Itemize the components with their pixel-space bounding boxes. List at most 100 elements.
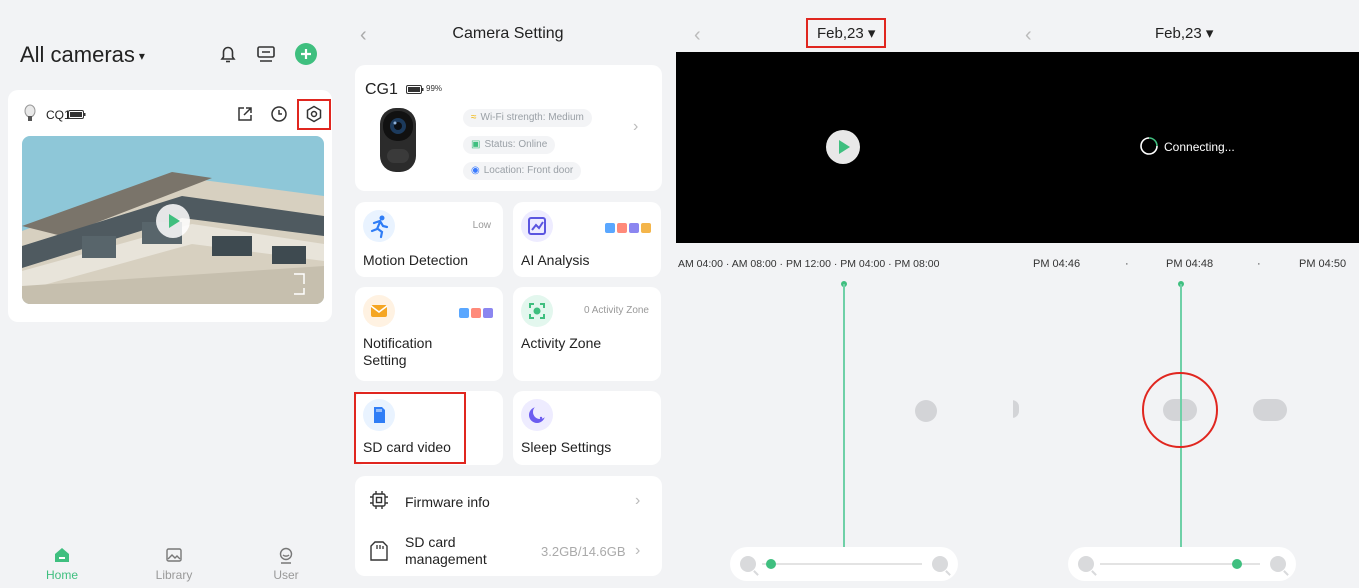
sd-card-management-line2: management: [405, 551, 487, 567]
sleep-settings-label: Sleep Settings: [521, 439, 612, 455]
motion-detection-label: Motion Detection: [363, 252, 469, 268]
playback-screen: ‹ Feb,23 ▾ AM 04:00 · AM 08:00 · PM 12:0…: [676, 0, 1013, 588]
recording-segment[interactable]: [1253, 399, 1287, 421]
wifi-strength: Wi-Fi strength: Medium: [480, 112, 584, 123]
bell-icon[interactable]: [216, 42, 240, 66]
bottom-tab-bar: Home Library User: [0, 540, 340, 588]
video-player[interactable]: [676, 52, 1013, 243]
camera-preview-thumbnail[interactable]: [22, 136, 324, 304]
person-icon: [605, 223, 615, 233]
moon-icon: [521, 399, 553, 431]
timeline-cursor[interactable]: [843, 284, 845, 548]
page-title: Camera Setting: [452, 25, 564, 42]
video-player[interactable]: Connecting...: [1013, 52, 1359, 243]
home-icon: [55, 548, 69, 562]
zoom-out-icon[interactable]: [1078, 556, 1094, 572]
chevron-down-icon: ▾: [138, 49, 145, 64]
timeline-time-3: PM 04:50: [1299, 258, 1347, 270]
camera-name: CQ1: [46, 108, 71, 122]
ai-analysis-tile[interactable]: AI Analysis: [513, 202, 661, 277]
settings-list: Firmware info › SD card management 3.2GB…: [355, 476, 662, 576]
mail-icon: [363, 295, 395, 327]
motion-detection-tile[interactable]: Low Motion Detection: [355, 202, 503, 277]
device-info-card[interactable]: CG1 99% ≈ Wi-Fi strength: Medium ▣ Status:…: [355, 65, 662, 191]
history-icon[interactable]: [270, 105, 288, 123]
wifi-icon: ≈: [471, 112, 477, 123]
activity-zone-count: 0 Activity Zone: [583, 305, 649, 316]
activity-zone-tile[interactable]: 0 Activity Zone Activity Zone: [513, 287, 661, 381]
connecting-status: Connecting...: [1164, 140, 1235, 154]
notification-label-line1: Notification: [363, 335, 433, 351]
pet-icon: [471, 308, 481, 318]
firmware-info-label: Firmware info: [405, 494, 490, 510]
tab-home[interactable]: Home: [22, 540, 102, 582]
tab-library[interactable]: Library: [134, 540, 214, 582]
segment-highlight-circle: [1142, 372, 1218, 448]
vehicle-icon: [629, 223, 639, 233]
chevron-right-icon: ›: [633, 118, 639, 135]
chevron-right-icon: ›: [635, 492, 641, 509]
playback-connecting-screen: ‹ Feb,23 ▾ Connecting... PM 04:46 · PM 0…: [1013, 0, 1359, 588]
status-text: Status: Online: [484, 139, 548, 150]
recording-segment[interactable]: [915, 400, 937, 422]
recording-segment[interactable]: [1013, 400, 1019, 418]
share-icon[interactable]: [236, 105, 254, 123]
ai-analysis-label: AI Analysis: [521, 252, 590, 268]
sleep-settings-tile[interactable]: Sleep Settings: [513, 391, 661, 465]
activity-zone-label: Activity Zone: [521, 335, 602, 351]
all-cameras-dropdown[interactable]: All cameras ▾: [20, 42, 145, 68]
zoom-knob[interactable]: [1232, 559, 1242, 569]
chip-icon: [370, 491, 388, 509]
tab-user[interactable]: User: [246, 540, 326, 582]
zoom-in-icon[interactable]: [1270, 556, 1286, 572]
play-button[interactable]: [826, 130, 860, 164]
tab-home-label: Home: [45, 568, 78, 582]
notification-type-icons: [457, 305, 493, 323]
play-button[interactable]: [156, 204, 190, 238]
home-screen: All cameras ▾ CQ1 Home Library User: [0, 0, 340, 588]
location-text: Location: Front door: [483, 165, 574, 176]
status-icon: ▣: [471, 139, 481, 150]
play-icon: [169, 214, 180, 228]
zoom-knob[interactable]: [766, 559, 776, 569]
battery-icon: [406, 85, 424, 94]
add-camera-icon[interactable]: [294, 42, 318, 66]
date-picker[interactable]: Feb,23 ▾: [817, 24, 875, 42]
play-icon: [839, 140, 850, 154]
chart-icon: [521, 210, 553, 242]
notification-label-line2: Setting: [363, 352, 407, 368]
user-icon: [279, 547, 293, 564]
timeline-separator-2: ·: [1257, 258, 1261, 270]
timeline-time-2: PM 04:48: [1166, 258, 1214, 270]
sd-card-management-row[interactable]: SD card management 3.2GB/14.6GB ›: [355, 526, 662, 576]
firmware-info-row[interactable]: Firmware info ›: [355, 476, 662, 526]
zoom-in-icon[interactable]: [932, 556, 948, 572]
device-name: CG1: [365, 81, 398, 98]
all-cameras-title: All cameras: [20, 42, 135, 67]
zoom-out-icon[interactable]: [740, 556, 756, 572]
gear-icon[interactable]: [305, 105, 323, 123]
tab-user-label: User: [273, 568, 299, 582]
back-icon[interactable]: ‹: [1025, 24, 1032, 47]
notification-setting-tile[interactable]: Notification Setting: [355, 287, 503, 381]
tab-library-label: Library: [155, 568, 193, 582]
multi-view-icon[interactable]: [254, 42, 278, 66]
battery-percent: 99%: [426, 84, 443, 93]
battery-icon: [68, 110, 86, 119]
date-picker[interactable]: Feb,23 ▾: [1155, 24, 1213, 42]
ai-type-icons: [603, 220, 651, 238]
person-icon: [459, 308, 469, 318]
zoom-slider[interactable]: [1068, 547, 1296, 581]
sd-card-storage: 3.2GB/14.6GB: [541, 544, 626, 559]
gallery-icon: [166, 548, 182, 562]
wifi-chip: ≈ Wi-Fi strength: Medium: [463, 109, 592, 127]
sd-card-management-line1: SD card: [405, 534, 456, 550]
sd-card-outline-icon: [370, 541, 388, 561]
location-chip: ◉ Location: Front door: [463, 162, 582, 180]
loading-spinner-icon: [1140, 137, 1158, 155]
motion-sensitivity: Low: [472, 220, 491, 231]
sd-card-video-highlight: [354, 392, 466, 464]
back-icon[interactable]: ‹: [694, 24, 701, 47]
pet-icon: [617, 223, 627, 233]
zoom-slider[interactable]: [730, 547, 958, 581]
